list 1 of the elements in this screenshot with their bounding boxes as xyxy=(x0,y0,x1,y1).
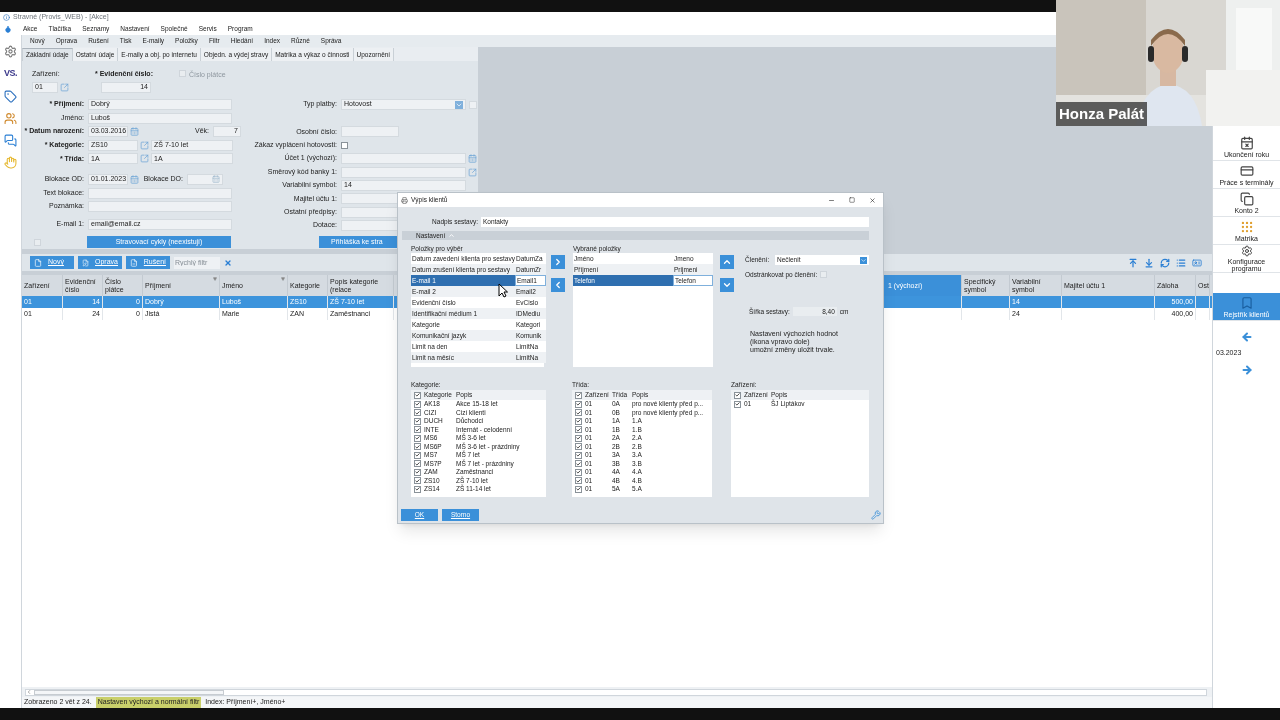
participant-name: Honza Palát xyxy=(1056,101,1148,126)
